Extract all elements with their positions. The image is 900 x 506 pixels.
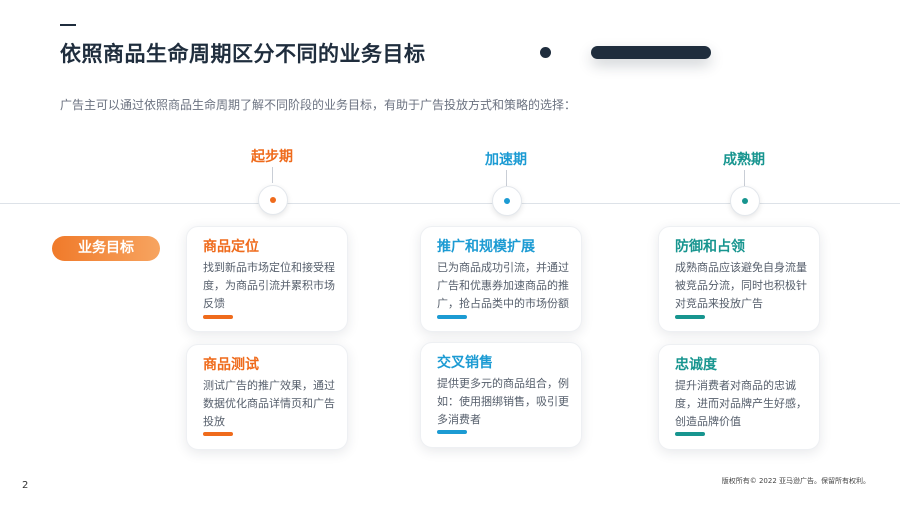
card-title: 推广和规模扩展 <box>437 239 535 255</box>
page-title: 依照商品生命周期区分不同的业务目标 <box>60 42 426 66</box>
timeline-node-startup <box>258 185 288 215</box>
card-title: 交叉销售 <box>437 355 493 371</box>
decorative-bar <box>591 46 711 59</box>
timeline-line <box>0 203 900 204</box>
card-accent-bar <box>203 432 233 436</box>
card-accent-bar <box>437 315 467 319</box>
stage-stem <box>272 167 273 183</box>
goal-card-loyalty: 忠诚度 提升消费者对商品的忠诚度，进而对品牌产生好感，创造品牌价值 <box>658 344 820 450</box>
node-dot <box>504 198 510 204</box>
page-subtitle: 广告主可以通过依照商品生命周期了解不同阶段的业务目标，有助于广告投放方式和策略的… <box>60 98 577 112</box>
card-accent-bar <box>437 430 467 434</box>
goal-card-positioning: 商品定位 找到新品市场定位和接受程度，为商品引流并累积市场反馈 <box>186 226 348 332</box>
stage-stem <box>744 170 745 186</box>
page-number: 2 <box>22 480 29 491</box>
card-accent-bar <box>675 432 705 436</box>
card-body: 已为商品成功引流，并通过广告和优惠券加速商品的推广，抢占品类中的市场份额 <box>437 261 569 310</box>
card-body: 提升消费者对商品的忠诚度，进而对品牌产生好感，创造品牌价值 <box>675 379 807 428</box>
card-title: 商品测试 <box>203 357 259 373</box>
timeline-node-growth <box>492 186 522 216</box>
card-body: 提供更多元的商品组合，例如：使用捆绑销售，吸引更多消费者 <box>437 377 569 426</box>
card-title: 商品定位 <box>203 239 259 255</box>
goal-card-expansion: 推广和规模扩展 已为商品成功引流，并通过广告和优惠券加速商品的推广，抢占品类中的… <box>420 226 582 332</box>
stage-label-startup: 起步期 <box>251 149 293 165</box>
card-accent-bar <box>675 315 705 319</box>
card-body: 成熟商品应该避免自身流量被竞品分流，同时也积极针对竞品来投放广告 <box>675 261 807 310</box>
stage-label-growth: 加速期 <box>485 152 527 168</box>
title-accent-line <box>60 24 76 26</box>
copyright-notice: 版权所有© 2022 亚马逊广告。保留所有权利。 <box>721 477 870 485</box>
node-dot <box>270 197 276 203</box>
node-dot <box>742 198 748 204</box>
goal-card-testing: 商品测试 测试广告的推广效果，通过数据优化商品详情页和广告投放 <box>186 344 348 450</box>
card-title: 忠诚度 <box>675 357 717 373</box>
stage-label-mature: 成熟期 <box>723 152 765 168</box>
goal-card-cross-selling: 交叉销售 提供更多元的商品组合，例如：使用捆绑销售，吸引更多消费者 <box>420 342 582 448</box>
goal-card-defense: 防御和占领 成熟商品应该避免自身流量被竞品分流，同时也积极针对竞品来投放广告 <box>658 226 820 332</box>
decorative-dot <box>540 47 551 58</box>
business-goal-label: 业务目标 <box>52 236 160 261</box>
stage-stem <box>506 170 507 186</box>
card-body: 测试广告的推广效果，通过数据优化商品详情页和广告投放 <box>203 379 335 428</box>
card-body: 找到新品市场定位和接受程度，为商品引流并累积市场反馈 <box>203 261 335 310</box>
timeline-node-mature <box>730 186 760 216</box>
card-title: 防御和占领 <box>675 239 745 255</box>
card-accent-bar <box>203 315 233 319</box>
